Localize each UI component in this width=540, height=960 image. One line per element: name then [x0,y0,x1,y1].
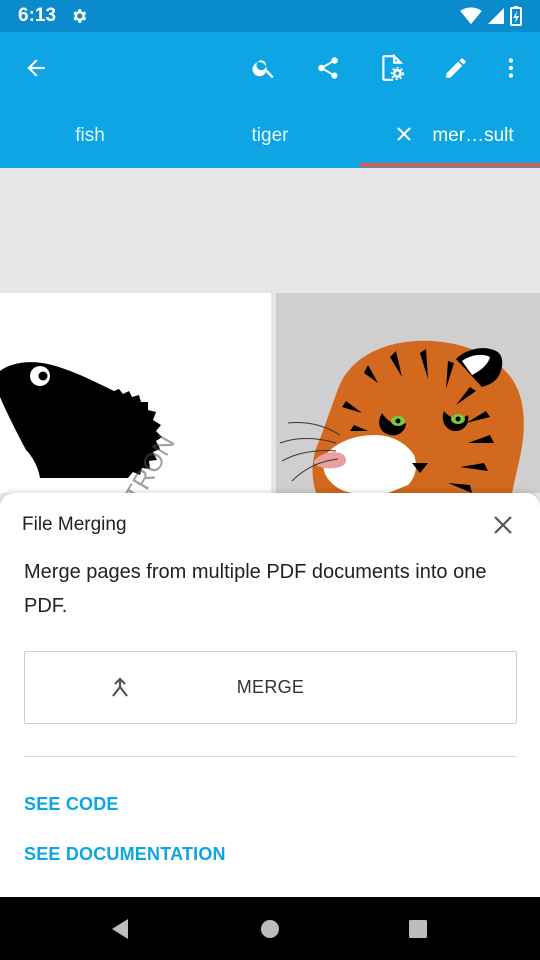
sheet-description: Merge pages from multiple PDF documents … [24,561,487,617]
app-bar: fish tiger mer…sult [0,32,540,168]
divider [24,756,517,757]
see-documentation-link[interactable]: SEE DOCUMENTATION [24,844,226,865]
tab-close-icon[interactable] [396,126,412,142]
pencil-icon [446,58,466,78]
signal-icon [488,8,504,24]
status-icons [460,6,522,26]
tab-fish[interactable]: fish [0,104,180,168]
back-button[interactable] [20,52,52,84]
more-vert-icon [508,58,514,78]
close-icon[interactable] [490,512,516,538]
search-icon [252,60,274,79]
system-navigation-bar [0,897,540,960]
search-button[interactable] [248,52,280,84]
tab-label: tiger [251,125,289,146]
battery-icon [510,6,522,26]
status-bar: 6:13 [0,0,540,32]
see-code-link[interactable]: SEE CODE [24,794,119,815]
pdf-page-fish: TRON [0,293,271,493]
wifi-icon [460,7,482,25]
status-time: 6:13 [18,5,57,26]
share-icon [318,57,338,79]
settings-gear-icon [73,9,87,23]
merge-button-label: MERGE [236,677,305,697]
document-viewer[interactable]: TRON [0,168,540,493]
file-merging-sheet: File Merging Merge pages from multiple P… [0,493,540,897]
overflow-menu-button[interactable] [495,52,527,84]
nav-back-icon[interactable] [106,915,134,943]
merge-button[interactable]: MERGE [24,651,517,724]
document-settings-button[interactable] [376,52,408,84]
edit-button[interactable] [440,52,472,84]
nav-recents-icon[interactable] [404,915,432,943]
sheet-title: File Merging [22,514,127,535]
tab-indicator [360,163,540,167]
document-tabs: fish tiger mer…sult [0,104,540,168]
tiger-illustration [279,340,524,493]
tab-tiger[interactable]: tiger [180,104,360,168]
nav-home-icon[interactable] [256,915,284,943]
arrow-back-icon [27,59,45,77]
merge-icon [112,677,128,697]
fish-illustration: TRON [0,362,181,493]
pdf-page-tiger [276,293,540,493]
tab-label: mer…sult [432,125,514,146]
tab-label: fish [75,125,105,146]
document-settings-icon [382,54,404,81]
tab-merge-result[interactable]: mer…sult [360,104,540,168]
share-button[interactable] [312,52,344,84]
